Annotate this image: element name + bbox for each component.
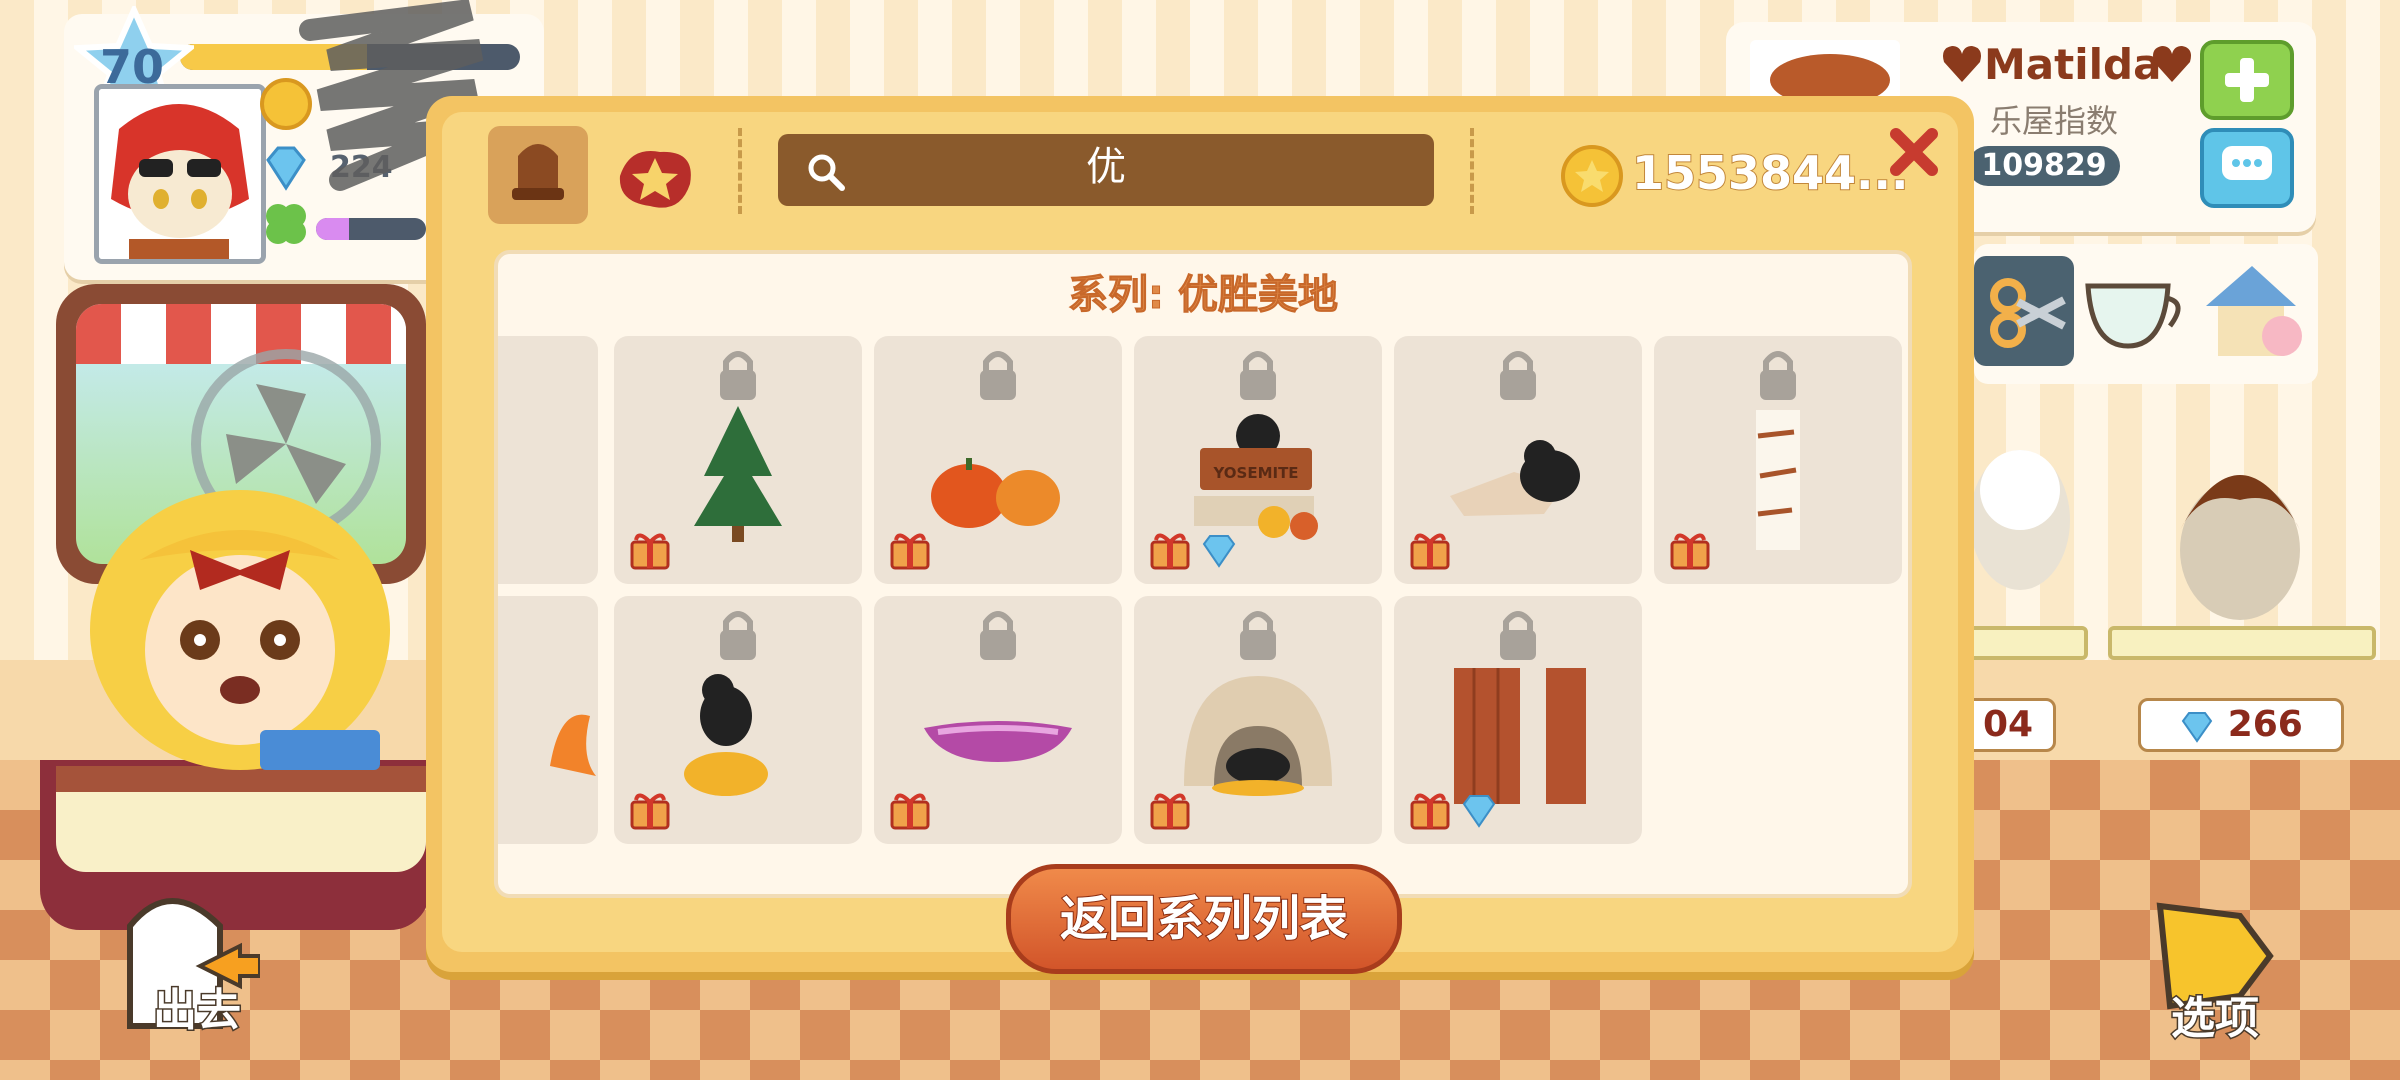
tab-furniture[interactable] [488,126,588,224]
lock-icon [494,346,498,404]
clover-icon [266,204,306,244]
go-out-label[interactable]: 出去 [122,974,272,1038]
yosemite-sign-label: YOSEMITE [1212,464,1298,482]
gem-icon [2181,712,2213,743]
chat-button[interactable] [2200,128,2294,208]
gift-icon [890,793,930,830]
catalog-item[interactable] [498,596,598,844]
price-left-value: 04 [1982,704,2034,745]
options-label[interactable]: 选项 [2140,982,2290,1046]
price-right-value: 266 [2227,704,2303,745]
catalog-item[interactable]: YOSEMITE [1134,336,1382,584]
heart-left-icon [1943,46,1981,82]
price-tag-right[interactable]: 266 [2138,698,2344,752]
catalog-item[interactable] [1134,596,1382,844]
cat-avatar-icon [99,89,261,259]
roast-chicken-icon [1750,40,1900,100]
cream-wig-icon [1970,450,2070,590]
gift-icon [1410,533,1450,570]
catalog-item[interactable] [874,336,1122,584]
tab-divider-left [738,128,742,214]
catalog-item[interactable] [494,336,598,584]
scissors-tool-button[interactable] [1974,256,2074,366]
scissors-icon [1990,278,2066,348]
chat-icon [2222,146,2272,180]
teacup-icon[interactable] [2078,266,2192,356]
gem-icon [1462,795,1496,828]
search-input[interactable]: 优 [778,134,1434,206]
close-icon[interactable] [1884,122,1944,182]
catalog-item[interactable] [614,336,862,584]
heart-right-icon [2153,46,2191,82]
catalog-item[interactable] [1654,336,1902,584]
player-name: Matilda [1984,40,2162,89]
mouse-house-icon[interactable] [2196,256,2310,366]
house-index-value: 109829 [1968,146,2120,186]
catalog-item[interactable] [1394,596,1642,844]
brown-hair-mannequin-icon [2180,475,2300,620]
gift-icon [1670,533,1710,570]
gift-icon [890,533,930,570]
catalog-item[interactable] [1394,336,1642,584]
shelf-right [2108,626,2376,660]
gift-icon [630,533,670,570]
search-value: 优 [1086,144,1126,190]
gift-icon [1150,793,1190,830]
campfire-icon [550,714,596,776]
price-tag-left: 04 [1960,698,2056,752]
gem-icon [1202,535,1236,568]
player-avatar[interactable] [94,84,266,264]
catalog-item[interactable] [874,596,1122,844]
coin-balance: 1553844... [1631,145,1909,201]
house-index-label: 乐屋指数 [1990,102,2119,140]
back-to-series-list-button[interactable]: 返回系列列表 [1006,864,1402,974]
catalog-item[interactable] [614,596,862,844]
plus-icon [2225,58,2269,102]
gift-icon [1410,793,1450,830]
gift-icon [630,793,670,830]
clover-progress-bar [316,218,426,240]
add-friend-button[interactable] [2200,40,2294,120]
chair-icon [512,144,564,200]
gift-icon [1150,533,1190,570]
coin-icon [1561,145,1623,207]
tab-favorite-star-icon[interactable] [610,140,700,216]
shelf-left [1960,626,2088,660]
shopkeeper-girl-icon [90,490,390,770]
tab-divider-right [1470,128,1474,214]
series-item-panel: 系列: 优胜美地 YOSEMITE [494,250,1912,898]
series-title: 系列: 优胜美地 [1068,272,1339,319]
